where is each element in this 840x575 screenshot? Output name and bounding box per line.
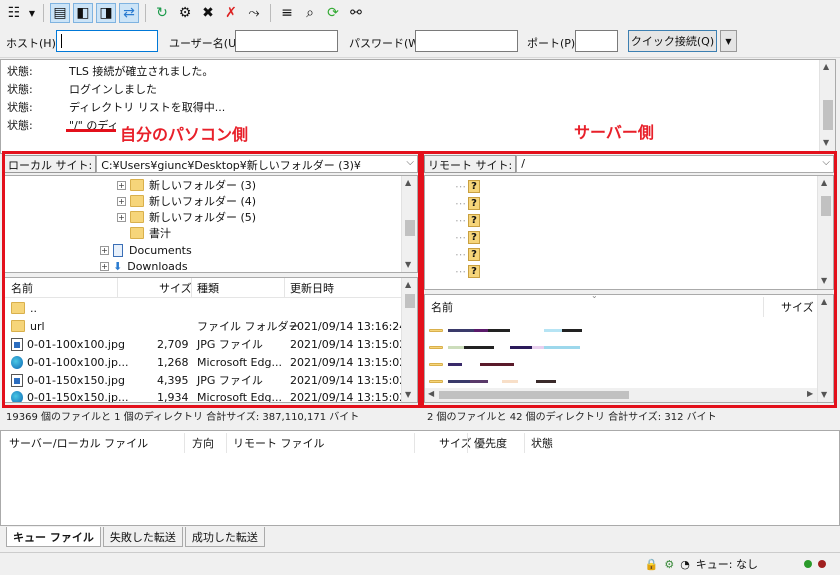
log-row: 状態: "/" のディ <box>7 119 119 132</box>
site-manager-icon[interactable]: ☷ <box>4 3 24 23</box>
column-status[interactable]: 状態 <box>531 435 553 451</box>
gear-icon: ⚙ <box>664 557 675 571</box>
column-remote-file[interactable]: リモート ファイル <box>233 435 325 451</box>
annotation-box-local <box>2 151 421 408</box>
column-priority[interactable]: 優先度 <box>474 435 507 451</box>
transfer-queue: サーバー/ローカル ファイル 方向 リモート ファイル サイズ 優先度 状態 <box>0 430 840 526</box>
main-toolbar: ☷ ▼ ▤ ◧ ◨ ⇄ ↻ ⚙ ✖ ✗ ⤳ ≡ ⌕ ⟳ ⚯ <box>0 0 840 26</box>
tab-queued-files[interactable]: キュー ファイル <box>6 527 101 547</box>
annotation-underline <box>66 129 116 132</box>
search-icon[interactable]: ⚯ <box>346 3 366 23</box>
tab-successful-transfers[interactable]: 成功した転送 <box>184 527 265 547</box>
column-direction[interactable]: 方向 <box>192 435 214 451</box>
log-scrollbar[interactable]: ▲ ▼ <box>819 60 835 153</box>
lock-icon: 🔒 <box>644 557 659 571</box>
queue-tabs: キュー ファイル 失敗した転送 成功した転送 <box>0 527 840 549</box>
toolbar-separator <box>270 4 271 22</box>
user-input[interactable] <box>235 30 338 52</box>
sync-browse-icon[interactable]: ⟳ <box>323 3 343 23</box>
remote-status: 2 個のファイルと 42 個のディレクトリ 合計サイズ: 312 バイト <box>427 411 717 423</box>
cancel-icon[interactable]: ✖ <box>198 3 218 23</box>
tab-failed-transfers[interactable]: 失敗した転送 <box>102 527 183 547</box>
toolbar-separator <box>43 4 44 22</box>
compare-icon[interactable]: ⌕ <box>300 3 320 23</box>
message-log-icon[interactable]: ▤ <box>50 3 70 23</box>
log-row: 状態: ログインしました <box>7 83 157 96</box>
local-status: 19369 個のファイルと 1 個のディレクトリ 合計サイズ: 387,110,… <box>6 411 360 423</box>
process-queue-icon[interactable]: ⚙ <box>175 3 195 23</box>
reconnect-icon[interactable]: ⤳ <box>244 3 264 23</box>
disconnect-icon[interactable]: ✗ <box>221 3 241 23</box>
status-bar: 🔒 ⚙ ◔ キュー: なし <box>0 552 840 575</box>
log-row: 状態: TLS 接続が確立されました。 <box>7 65 214 78</box>
queue-status: キュー: なし <box>695 558 758 571</box>
transfer-queue-icon[interactable]: ⇄ <box>119 3 139 23</box>
upload-indicator-icon <box>804 560 812 568</box>
quickconnect-button[interactable]: クイック接続(Q) <box>628 30 717 52</box>
annotation-remote: サーバー側 <box>574 123 654 142</box>
port-label: ポート(P): <box>527 37 579 50</box>
host-label: ホスト(H): <box>6 37 60 50</box>
host-input[interactable] <box>56 30 158 52</box>
annotation-box-remote <box>421 151 837 408</box>
scroll-down-icon[interactable]: ▼ <box>823 138 829 147</box>
port-input[interactable] <box>575 30 618 52</box>
quickconnect-dropdown-icon[interactable]: ▼ <box>720 30 737 52</box>
log-row: 状態: ディレクトリ リストを取得中... <box>7 101 226 114</box>
annotation-local: 自分のパソコン側 <box>120 125 249 144</box>
password-input[interactable] <box>415 30 518 52</box>
local-tree-icon[interactable]: ◧ <box>73 3 93 23</box>
toolbar-separator <box>145 4 146 22</box>
download-indicator-icon <box>818 560 826 568</box>
remote-tree-icon[interactable]: ◨ <box>96 3 116 23</box>
filter-icon[interactable]: ≡ <box>277 3 297 23</box>
scroll-up-icon[interactable]: ▲ <box>823 62 829 71</box>
speed-limit-icon[interactable]: ◔ <box>680 558 690 571</box>
user-label: ユーザー名(U): <box>169 37 245 50</box>
column-file[interactable]: サーバー/ローカル ファイル <box>9 435 148 451</box>
dropdown-arrow-icon[interactable]: ▼ <box>27 3 37 23</box>
queue-header: サーバー/ローカル ファイル 方向 リモート ファイル サイズ 優先度 状態 <box>1 433 839 453</box>
refresh-icon[interactable]: ↻ <box>152 3 172 23</box>
quickconnect-bar: ホスト(H): ユーザー名(U): パスワード(W): ポート(P): クイック… <box>0 26 840 58</box>
